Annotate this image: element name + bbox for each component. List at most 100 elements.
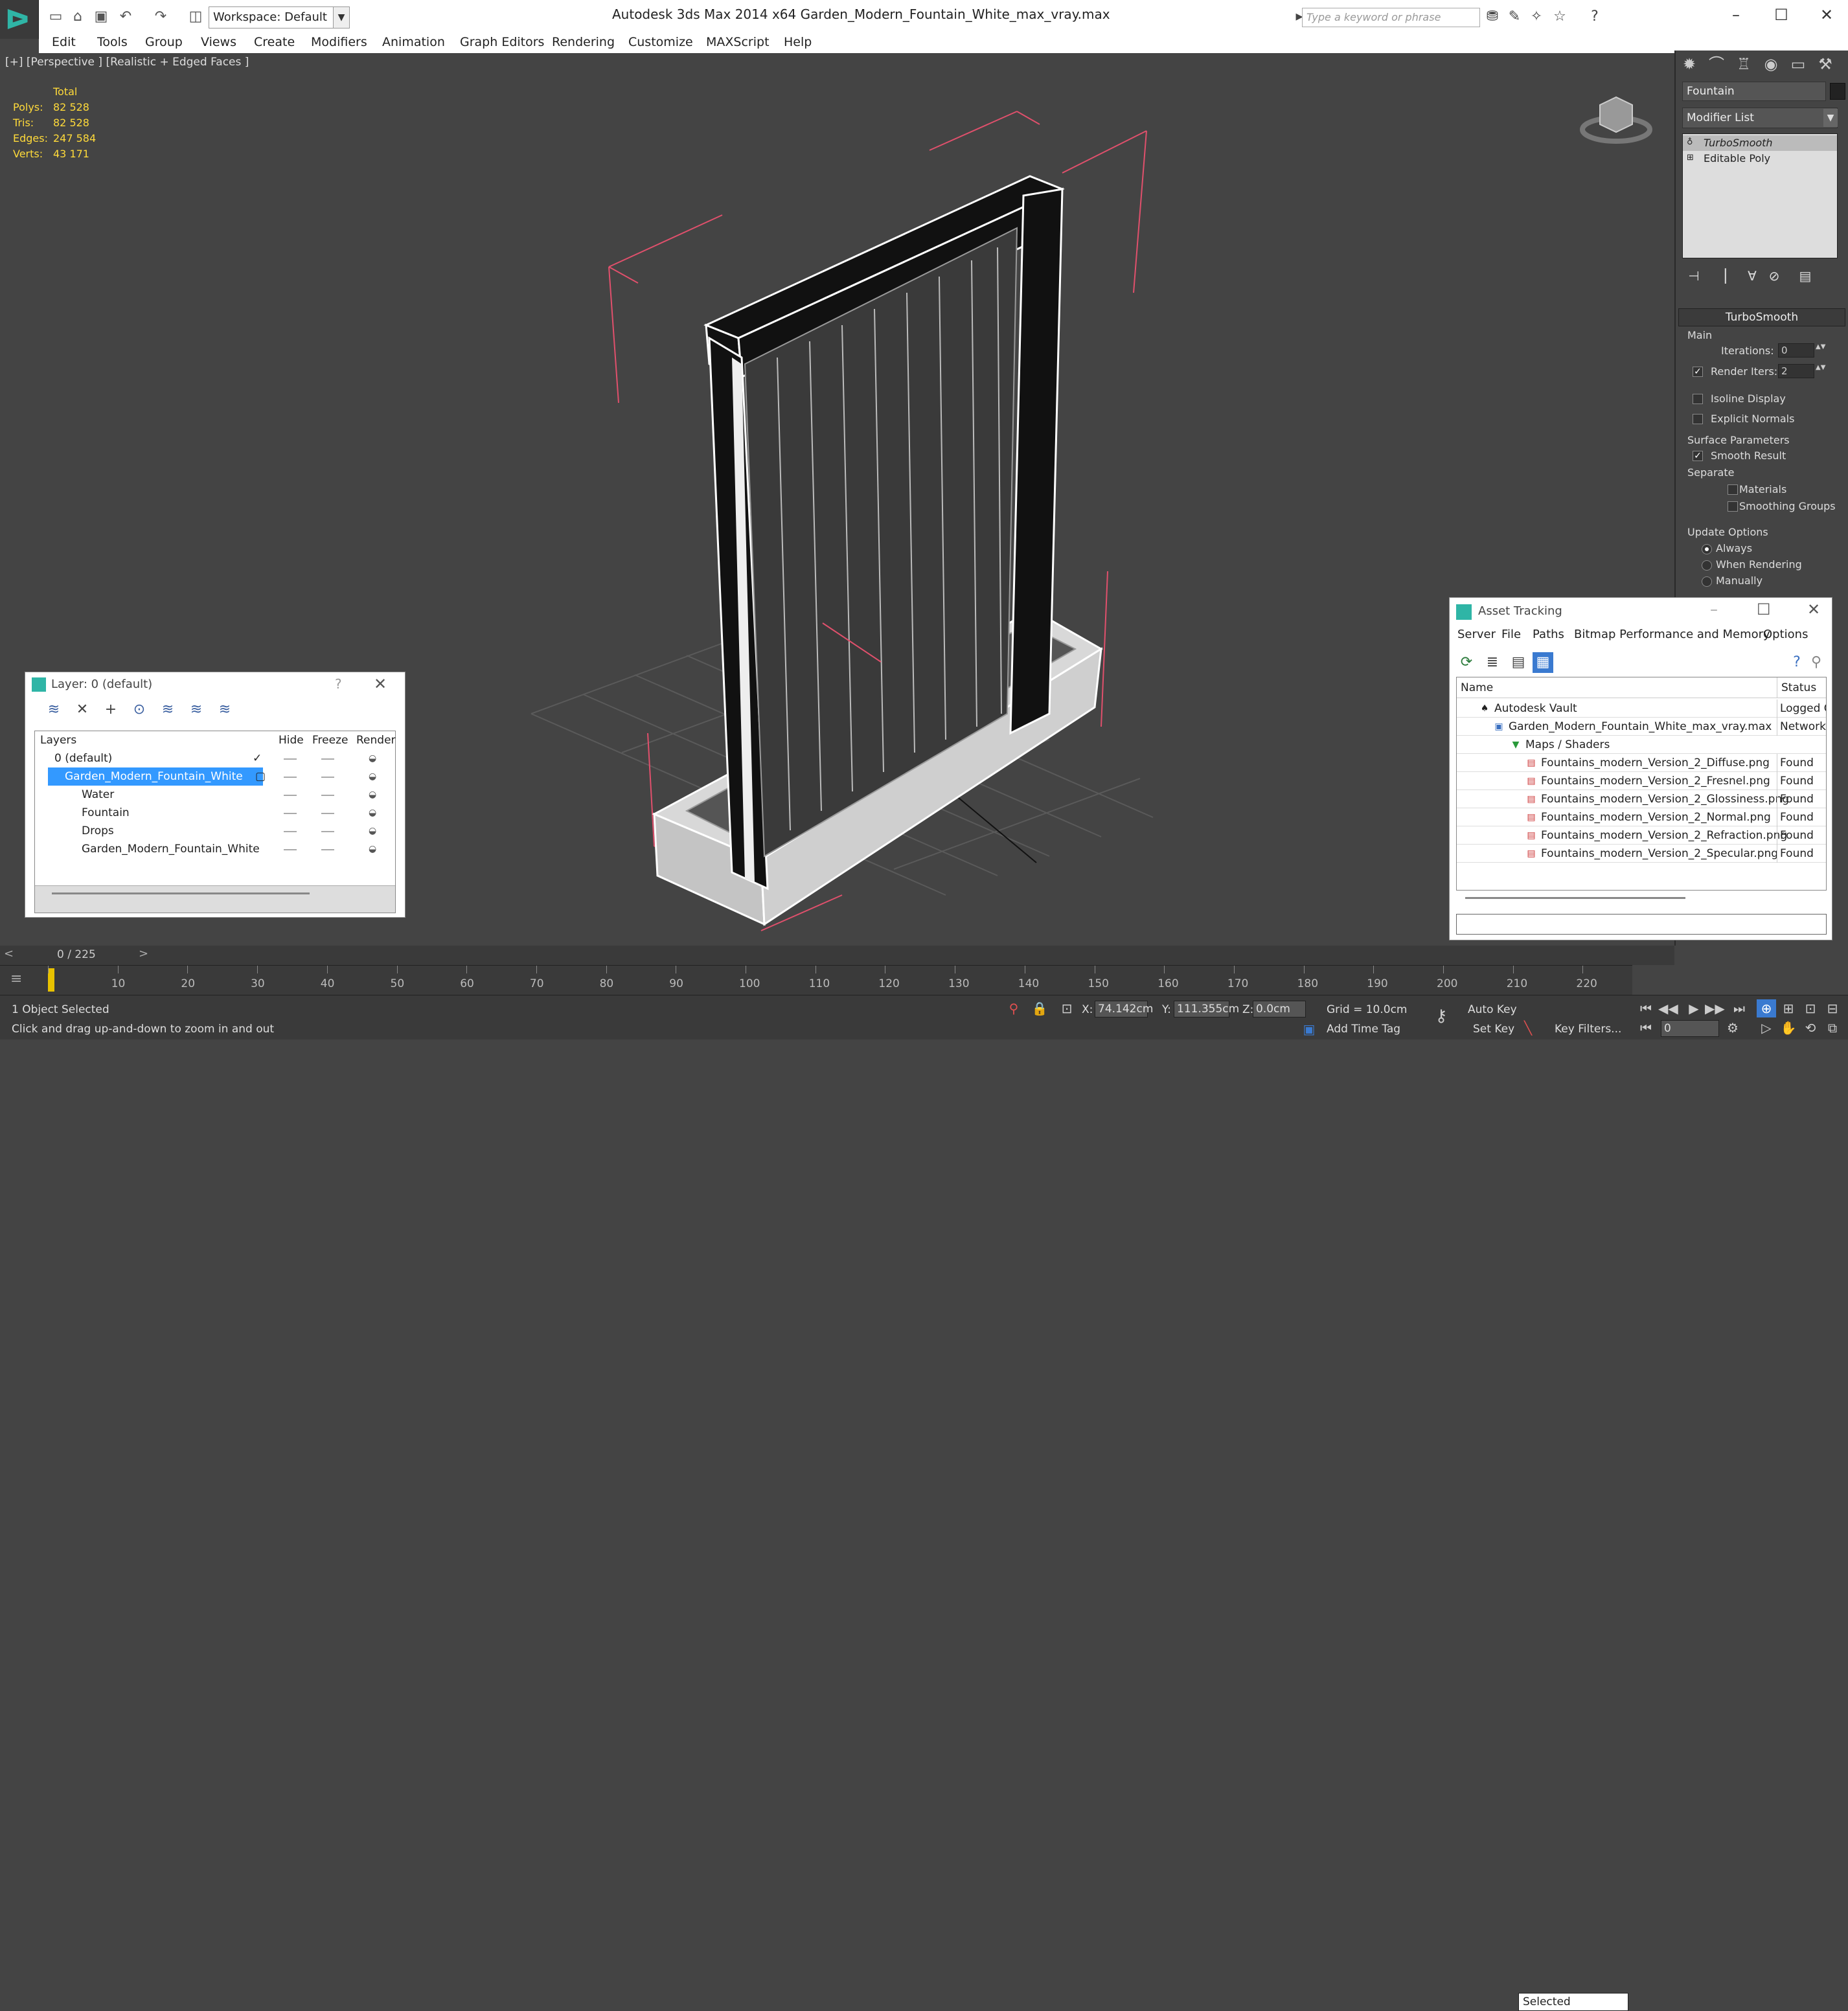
col-layers[interactable]: Layers (40, 731, 76, 749)
pin-stack-icon[interactable]: ⊣ (1685, 267, 1703, 285)
time-slider-label[interactable]: 0 / 225 (57, 948, 96, 961)
motion-tab-icon[interactable]: ◉ (1760, 53, 1782, 75)
col-status[interactable]: Status (1777, 677, 1826, 698)
freeze-toggle[interactable] (321, 795, 334, 796)
horizontal-scrollbar[interactable] (52, 892, 310, 894)
freeze-toggle[interactable] (321, 831, 334, 832)
menu-create[interactable]: Create (254, 35, 295, 49)
spinner-arrows-icon[interactable]: ▲▼ (1816, 343, 1825, 358)
hide-toggle[interactable] (284, 777, 297, 778)
table-row[interactable]: 0 (default) ✓ ◒ (35, 749, 395, 767)
iterations-spinner[interactable]: 0 (1778, 343, 1814, 358)
spinner-arrows-icon[interactable]: ▲▼ (1816, 364, 1825, 378)
table-row[interactable]: ▤ Fountains_modern_Version_2_Specular.pn… (1457, 845, 1826, 863)
explicit-normals-checkbox[interactable] (1693, 414, 1703, 424)
stack-item-turbosmooth[interactable]: ♁ TurboSmooth (1683, 135, 1837, 151)
isoline-display-checkbox[interactable] (1693, 394, 1703, 404)
app-logo-button[interactable]: ᐅ (0, 0, 39, 39)
orbit-icon[interactable]: ⟲ (1801, 1019, 1820, 1037)
object-color-swatch[interactable] (1830, 83, 1845, 100)
hide-all-layers-icon[interactable]: ≋ (186, 701, 207, 719)
pan-view-icon[interactable]: ✋ (1779, 1019, 1798, 1037)
close-icon[interactable]: ✕ (374, 675, 387, 693)
hide-toggle[interactable] (284, 795, 297, 796)
smoothing-groups-checkbox[interactable] (1728, 501, 1738, 512)
list-view-icon[interactable]: ≣ (1482, 652, 1503, 673)
help-icon[interactable]: ? (1586, 8, 1604, 26)
table-row[interactable]: ♠ Autodesk Vault Logged O (1457, 699, 1826, 718)
z-coordinate-field[interactable]: 0.0cm (1253, 1001, 1306, 1017)
zoom-icon[interactable]: ⊕ (1757, 999, 1776, 1017)
object-name-field[interactable]: Fountain (1682, 82, 1826, 101)
add-selection-box-icon[interactable]: ▢ (255, 767, 266, 786)
render-teapot-icon[interactable]: ◒ (369, 845, 379, 854)
table-row[interactable]: ▤ Fountains_modern_Version_2_Refraction.… (1457, 826, 1826, 845)
key-filters-button[interactable]: Key Filters... (1555, 1023, 1621, 1036)
freeze-toggle[interactable] (321, 758, 334, 760)
selection-lock-icon[interactable]: 🔒 (1030, 999, 1049, 1017)
menu-tools[interactable]: Tools (97, 35, 128, 49)
table-row[interactable]: Fountain ◒ (35, 804, 395, 822)
maximize-viewport-icon[interactable]: ⧉ (1823, 1019, 1842, 1037)
menu-help[interactable]: Help (784, 35, 812, 49)
table-row[interactable]: Drops ◒ (35, 822, 395, 840)
menu-views[interactable]: Views (201, 35, 236, 49)
viewcube-icon[interactable] (1574, 79, 1658, 150)
menu-options[interactable]: Options (1763, 628, 1808, 641)
table-row[interactable]: ▤ Fountains_modern_Version_2_Diffuse.png… (1457, 754, 1826, 772)
menu-customize[interactable]: Customize (628, 35, 693, 49)
track-bar[interactable]: ≡ 10 20 30 40 50 60 70 80 90 100 110 120 130 140 150 16… (0, 965, 1632, 995)
col-render[interactable]: Render (356, 731, 396, 749)
project-folder-icon[interactable]: ◫ (187, 8, 205, 26)
table-row[interactable]: ▼ Maps / Shaders (1457, 736, 1826, 754)
help-icon[interactable]: ? (1786, 652, 1807, 673)
maximize-icon[interactable]: ☐ (1762, 4, 1801, 26)
remove-modifier-icon[interactable]: ⊘ (1765, 267, 1783, 285)
go-to-end-icon[interactable]: ⏭ (1729, 999, 1749, 1017)
zoom-all-icon[interactable]: ⊞ (1779, 999, 1798, 1017)
render-teapot-icon[interactable]: ◒ (369, 808, 379, 817)
add-time-tag-button[interactable]: Add Time Tag (1327, 1023, 1400, 1036)
current-frame-field[interactable]: 0 (1661, 1020, 1719, 1037)
show-end-result-icon[interactable]: ▕ (1712, 267, 1730, 285)
menu-group[interactable]: Group (145, 35, 183, 49)
zoom-extents-icon[interactable]: ⊡ (1801, 999, 1820, 1017)
hierarchy-tab-icon[interactable]: ♖ (1733, 53, 1755, 75)
lightbulb-icon[interactable]: ♁ (1687, 138, 1696, 147)
set-key-button[interactable]: Set Key (1473, 1023, 1514, 1036)
when-rendering-radio[interactable] (1702, 560, 1712, 571)
go-to-start-icon[interactable]: ⏮ (1636, 999, 1656, 1017)
time-tag-icon[interactable]: ▣ (1299, 1020, 1319, 1038)
col-freeze[interactable]: Freeze (312, 731, 348, 749)
render-teapot-icon[interactable]: ◒ (369, 826, 379, 835)
menu-edit[interactable]: Edit (52, 35, 76, 49)
make-unique-icon[interactable]: ∀ (1743, 267, 1761, 285)
save-icon[interactable]: ▣ (92, 8, 110, 26)
select-objects-icon[interactable]: ⊙ (129, 701, 150, 719)
current-frame-marker[interactable] (48, 968, 54, 992)
smooth-result-checkbox[interactable]: ✓ (1693, 451, 1703, 461)
time-slider[interactable]: < 0 / 225 > (0, 946, 1674, 965)
render-iters-spinner[interactable]: 2 (1778, 364, 1814, 378)
field-of-view-icon[interactable]: ▷ (1757, 1019, 1776, 1037)
chevron-down-icon[interactable]: ▼ (1823, 109, 1838, 127)
new-file-icon[interactable]: ▭ (47, 8, 65, 26)
add-to-layer-icon[interactable]: + (100, 701, 121, 719)
render-teapot-icon[interactable]: ◒ (369, 772, 379, 781)
open-file-icon[interactable]: ⌂ (69, 8, 87, 26)
y-coordinate-field[interactable]: 111.355cm (1174, 1001, 1239, 1017)
freeze-toggle[interactable] (321, 777, 334, 778)
col-hide[interactable]: Hide (279, 731, 304, 749)
menu-bitmap-performance[interactable]: Bitmap Performance and Memory (1574, 628, 1770, 641)
table-row[interactable]: ▣ Garden_Modern_Fountain_White_max_vray.… (1457, 718, 1826, 736)
materials-checkbox[interactable] (1728, 484, 1738, 495)
menu-modifiers[interactable]: Modifiers (311, 35, 367, 49)
highlight-layer-icon[interactable]: ≋ (157, 701, 178, 719)
help-icon[interactable]: ? (335, 676, 342, 692)
hide-toggle[interactable] (284, 813, 297, 814)
zoom-extents-all-icon[interactable]: ⊟ (1823, 999, 1842, 1017)
key-mode-toggle-icon[interactable]: ⏮ (1636, 1019, 1656, 1037)
menu-server[interactable]: Server (1457, 628, 1496, 641)
hide-toggle[interactable] (284, 849, 297, 850)
utilities-tab-icon[interactable]: ⚒ (1814, 53, 1836, 75)
